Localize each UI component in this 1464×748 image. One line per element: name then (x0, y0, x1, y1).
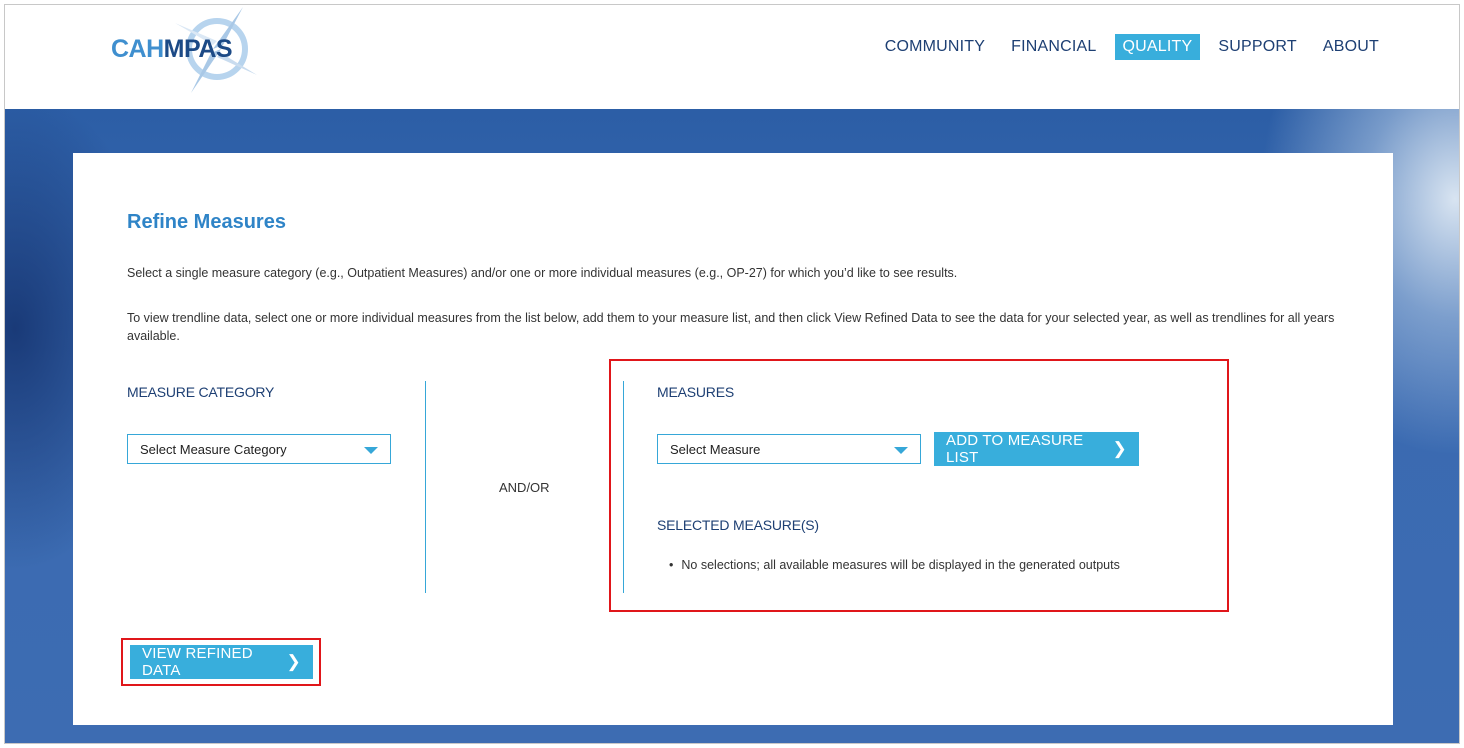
cahmpas-logo[interactable]: CAHMPAS (105, 5, 265, 105)
nav-about[interactable]: ABOUT (1315, 34, 1387, 60)
measure-category-label: MEASURE CATEGORY (127, 384, 275, 400)
chevron-down-icon (364, 447, 378, 454)
logo-text-cah: CAH (111, 35, 164, 63)
measure-category-select[interactable]: Select Measure Category (127, 434, 391, 464)
logo-text-mpas: MPAS (163, 35, 233, 63)
highlight-measures-box (609, 359, 1229, 612)
site-header: CAHMPAS COMMUNITY FINANCIAL QUALITY SUPP… (5, 5, 1459, 109)
refine-measures-card: Refine Measures Select a single measure … (73, 153, 1393, 725)
highlight-view-button-box (121, 638, 321, 686)
trendline-instructions: To view trendline data, select one or mo… (127, 311, 1335, 343)
browser-frame: CAHMPAS COMMUNITY FINANCIAL QUALITY SUPP… (4, 4, 1460, 744)
measure-category-select-value: Select Measure Category (140, 441, 287, 457)
nav-community[interactable]: COMMUNITY (877, 34, 993, 60)
logo-wordmark: CAHMPAS (111, 35, 233, 64)
page-title: Refine Measures (127, 211, 286, 233)
column-divider-left (425, 381, 426, 593)
and-or-label: AND/OR (499, 480, 550, 495)
nav-quality[interactable]: QUALITY (1114, 34, 1201, 60)
nav-financial[interactable]: FINANCIAL (1003, 34, 1104, 60)
main-nav: COMMUNITY FINANCIAL QUALITY SUPPORT ABOU… (867, 34, 1387, 60)
nav-support[interactable]: SUPPORT (1210, 34, 1304, 60)
intro-text: Select a single measure category (e.g., … (127, 266, 958, 280)
